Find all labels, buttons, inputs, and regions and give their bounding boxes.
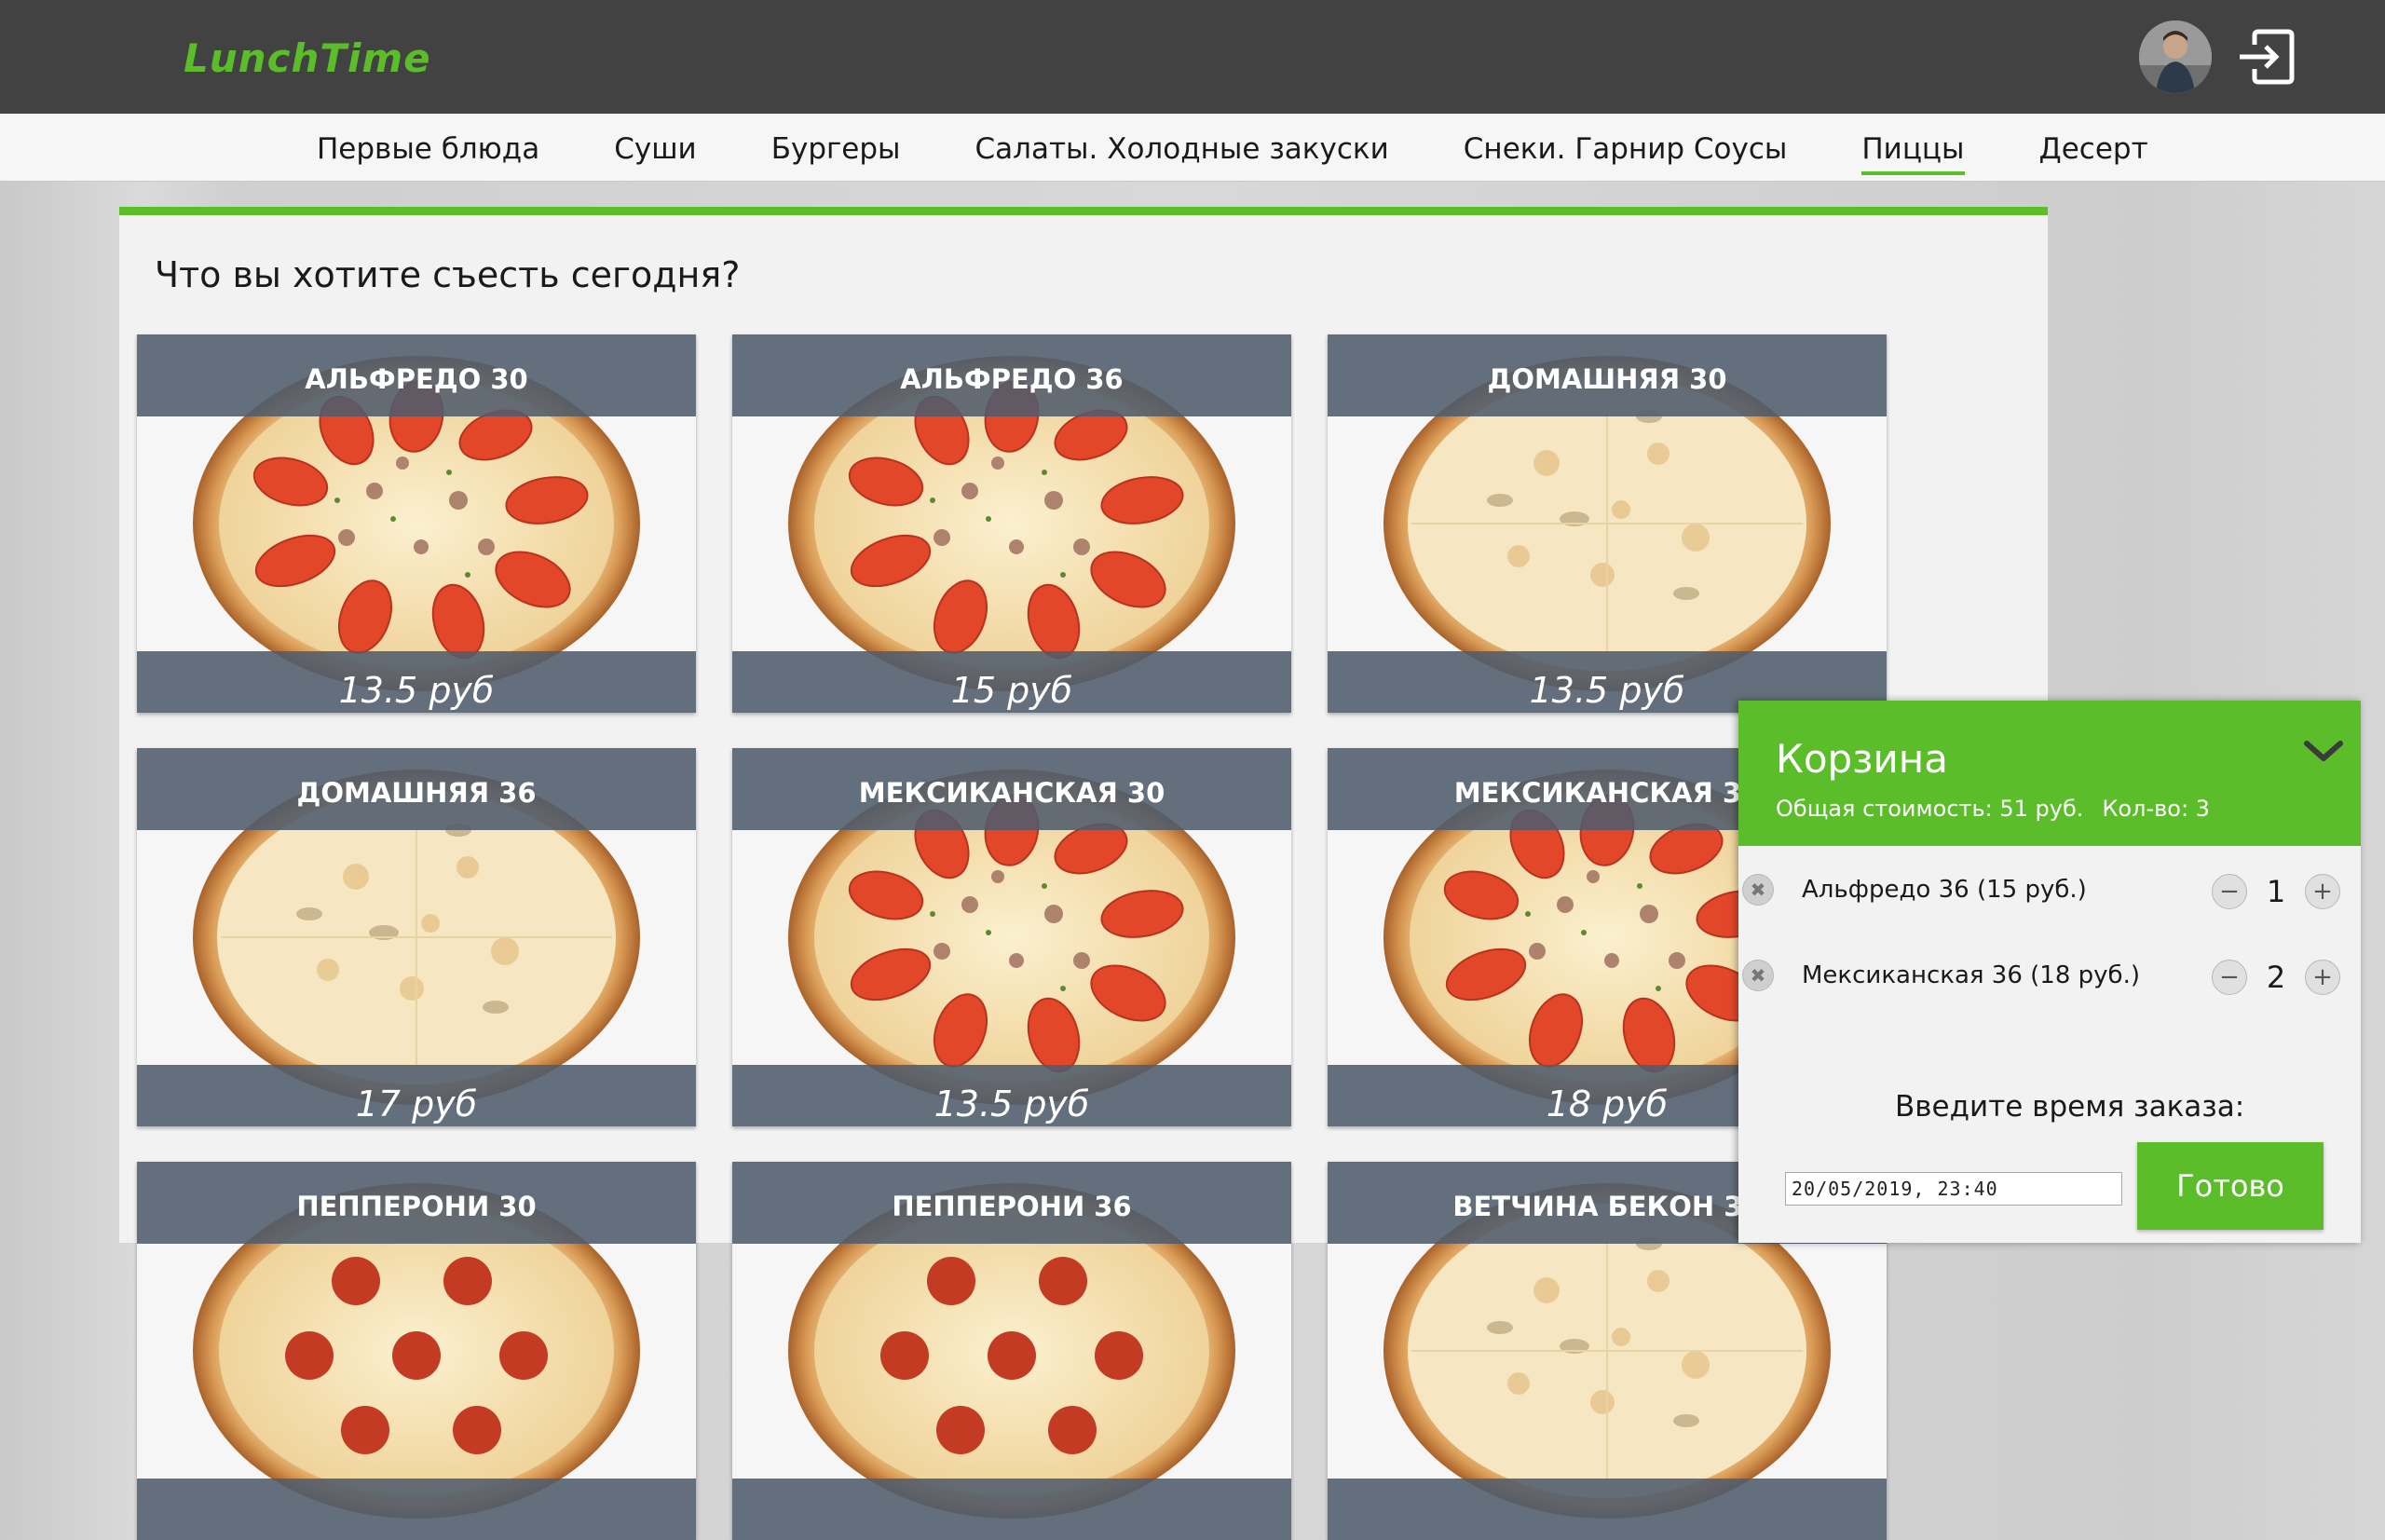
decrease-qty-button[interactable]: −	[2212, 874, 2247, 909]
cart-header: Корзина Общая стоимость: 51 руб. Кол-во: …	[1738, 701, 2361, 846]
cart-item-name: Альфредо 36 (15 руб.)	[1802, 876, 2087, 904]
plus-icon: +	[2312, 963, 2333, 991]
product-price: 17 руб	[355, 1083, 478, 1124]
increase-qty-button[interactable]: +	[2305, 960, 2340, 995]
product-card[interactable]: Пепперони 36	[732, 1162, 1291, 1540]
product-price: 13.5 руб	[1529, 670, 1685, 711]
plus-icon: +	[2312, 878, 2333, 906]
decrease-qty-button[interactable]: −	[2212, 960, 2247, 995]
page-title: Что вы хотите съесть сегодня?	[155, 254, 741, 295]
close-icon: ✖	[1750, 879, 1766, 901]
app-header: LunchTime	[0, 0, 2385, 114]
product-price: 13.5 руб	[338, 670, 495, 711]
product-name: Домашняя 36	[296, 777, 537, 809]
item-quantity: 2	[2266, 960, 2286, 995]
product-name: Альфредо 36	[900, 363, 1124, 395]
logo[interactable]: LunchTime	[184, 35, 431, 81]
minus-icon: −	[2219, 878, 2240, 906]
collapse-cart-button[interactable]	[2301, 729, 2346, 773]
category-nav: Первые блюда Суши Бургеры Салаты. Холодн…	[0, 114, 2385, 182]
minus-icon: −	[2219, 963, 2240, 991]
product-card[interactable]: Домашняя 30 13.5 руб	[1328, 334, 1887, 713]
product-grid: Альфредо 30 13.5 руб Альфредо 36 15 руб …	[137, 334, 1963, 1540]
order-time-label: Введите время заказа:	[1895, 1090, 2245, 1124]
done-button[interactable]: Готово	[2137, 1142, 2324, 1230]
product-card[interactable]: Пепперони 30	[137, 1162, 696, 1540]
chevron-down-icon	[2304, 741, 2343, 761]
product-card[interactable]: Альфредо 30 13.5 руб	[137, 334, 696, 713]
nav-item-sushi[interactable]: Суши	[614, 119, 697, 175]
nav-item-salads[interactable]: Салаты. Холодные закуски	[975, 119, 1389, 175]
cart-item-name: Мексиканская 36 (18 руб.)	[1802, 961, 2140, 989]
nav-item-snacks[interactable]: Снеки. Гарнир Соусы	[1464, 119, 1788, 175]
cart-panel: Корзина Общая стоимость: 51 руб. Кол-во: …	[1738, 701, 2361, 1243]
cart-total: Общая стоимость: 51 руб.	[1776, 796, 2084, 822]
nav-item-pizza[interactable]: Пиццы	[1861, 119, 1965, 175]
item-quantity: 1	[2266, 874, 2286, 909]
logout-button[interactable]	[2236, 26, 2297, 88]
product-name: Мексиканская 36	[1453, 777, 1761, 809]
product-name: Альфредо 30	[305, 363, 528, 395]
nav-item-burgers[interactable]: Бургеры	[771, 119, 901, 175]
order-time-input[interactable]: 20/05/2019, 23:40	[1785, 1172, 2122, 1206]
remove-item-button[interactable]: ✖	[1742, 874, 1774, 906]
product-card[interactable]: Домашняя 36 17 руб	[137, 748, 696, 1126]
remove-item-button[interactable]: ✖	[1742, 960, 1774, 991]
product-price: 15 руб	[950, 670, 1073, 711]
product-name: Мексиканская 30	[858, 777, 1165, 809]
logout-icon	[2240, 29, 2295, 85]
cart-item: ✖ Альфредо 36 (15 руб.) − 1 +	[1738, 865, 2361, 917]
product-name: Пепперони 36	[892, 1191, 1132, 1222]
product-card[interactable]: Мексиканская 30 13.5 руб	[732, 748, 1291, 1126]
product-card[interactable]: Альфредо 36 15 руб	[732, 334, 1291, 713]
product-name: Домашняя 30	[1487, 363, 1727, 395]
nav-item-first-courses[interactable]: Первые блюда	[317, 119, 539, 175]
close-icon: ✖	[1750, 964, 1766, 987]
product-name: Ветчина бекон 30	[1452, 1191, 1762, 1222]
cart-title: Корзина	[1776, 736, 1949, 782]
user-avatar[interactable]	[2139, 20, 2212, 93]
product-price: 18 руб	[1546, 1083, 1669, 1124]
cart-item: ✖ Мексиканская 36 (18 руб.) − 2 +	[1738, 950, 2361, 1002]
product-price: 13.5 руб	[934, 1083, 1090, 1124]
nav-item-dessert[interactable]: Десерт	[2039, 119, 2148, 175]
increase-qty-button[interactable]: +	[2305, 874, 2340, 909]
cart-count: Кол-во: 3	[2102, 796, 2210, 822]
cart-summary: Общая стоимость: 51 руб. Кол-во: 3	[1776, 796, 2228, 822]
product-name: Пепперони 30	[296, 1191, 537, 1222]
